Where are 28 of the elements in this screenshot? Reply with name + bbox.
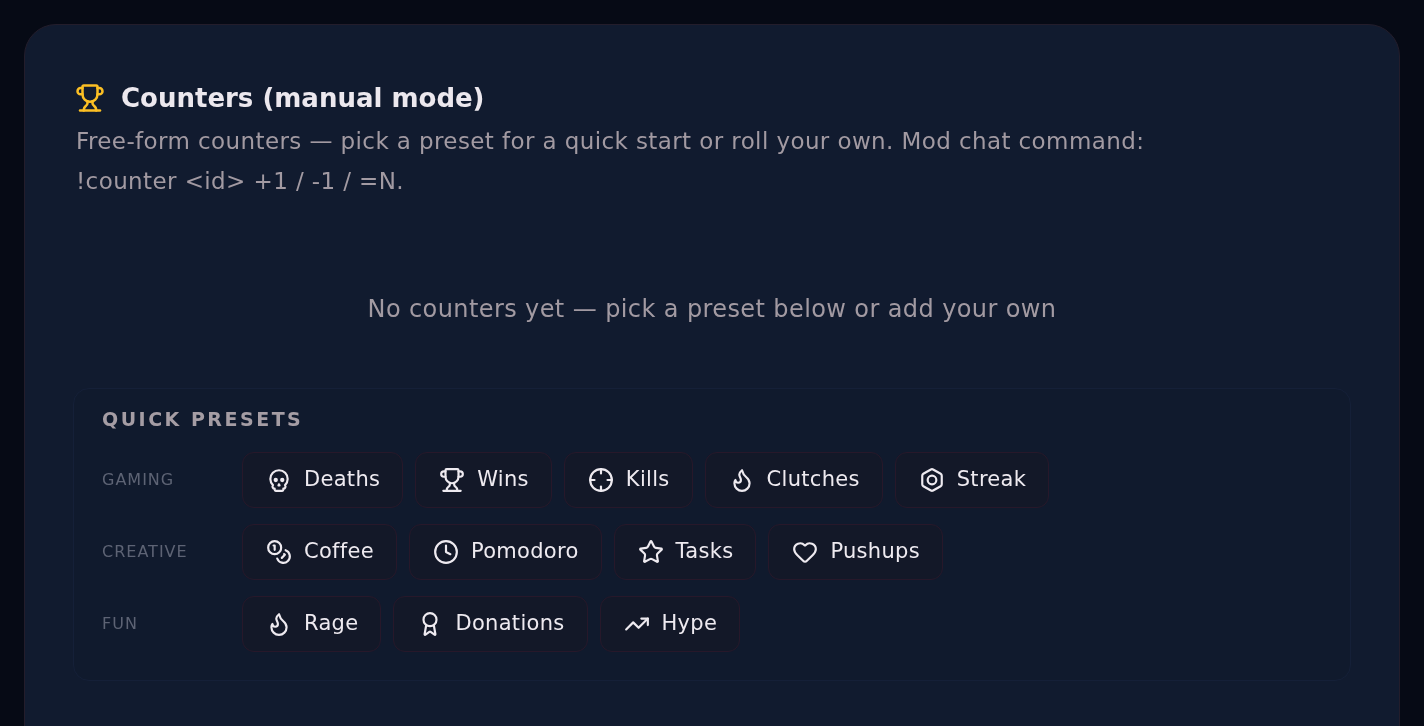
star-icon — [637, 539, 664, 565]
preset-button[interactable]: Tasks — [613, 524, 757, 580]
presets-heading: QUICK PRESETS — [102, 407, 305, 431]
crosshair-icon — [587, 467, 614, 493]
skull-icon — [266, 467, 292, 493]
trophy-icon — [75, 83, 105, 113]
preset-button[interactable]: Clutches — [704, 452, 883, 508]
coins-icon — [266, 539, 292, 565]
category-label: GAMING — [102, 469, 176, 491]
preset-button[interactable]: Pushups — [768, 524, 943, 580]
preset-button[interactable]: Streak — [894, 452, 1050, 508]
preset-button[interactable]: Pomodoro — [408, 524, 602, 580]
preset-button[interactable]: Wins — [415, 452, 552, 508]
category-label: CREATIVE — [102, 541, 189, 563]
preset-button[interactable]: Hype — [599, 596, 741, 652]
preset-button[interactable]: Kills — [563, 452, 693, 508]
category-label: FUN — [102, 613, 139, 635]
section-description: Free-form counters — pick a preset for a quick start or roll your own. Mod chat command: !counter <id> +1 / -1 / =N. — [75, 127, 1146, 196]
hexagon-icon — [918, 467, 945, 493]
heart-icon — [792, 539, 819, 565]
empty-state-message: No counters yet — pick a preset below or add your own — [367, 294, 1057, 325]
preset-button[interactable]: Donations — [393, 596, 588, 652]
section-title: Counters (manual mode) — [121, 82, 485, 115]
preset-button[interactable]: Deaths — [242, 452, 404, 508]
trophy-icon — [439, 467, 466, 493]
clock-icon — [432, 539, 459, 565]
preset-button[interactable]: Rage — [242, 596, 382, 652]
preset-button[interactable]: Coffee — [242, 524, 397, 580]
